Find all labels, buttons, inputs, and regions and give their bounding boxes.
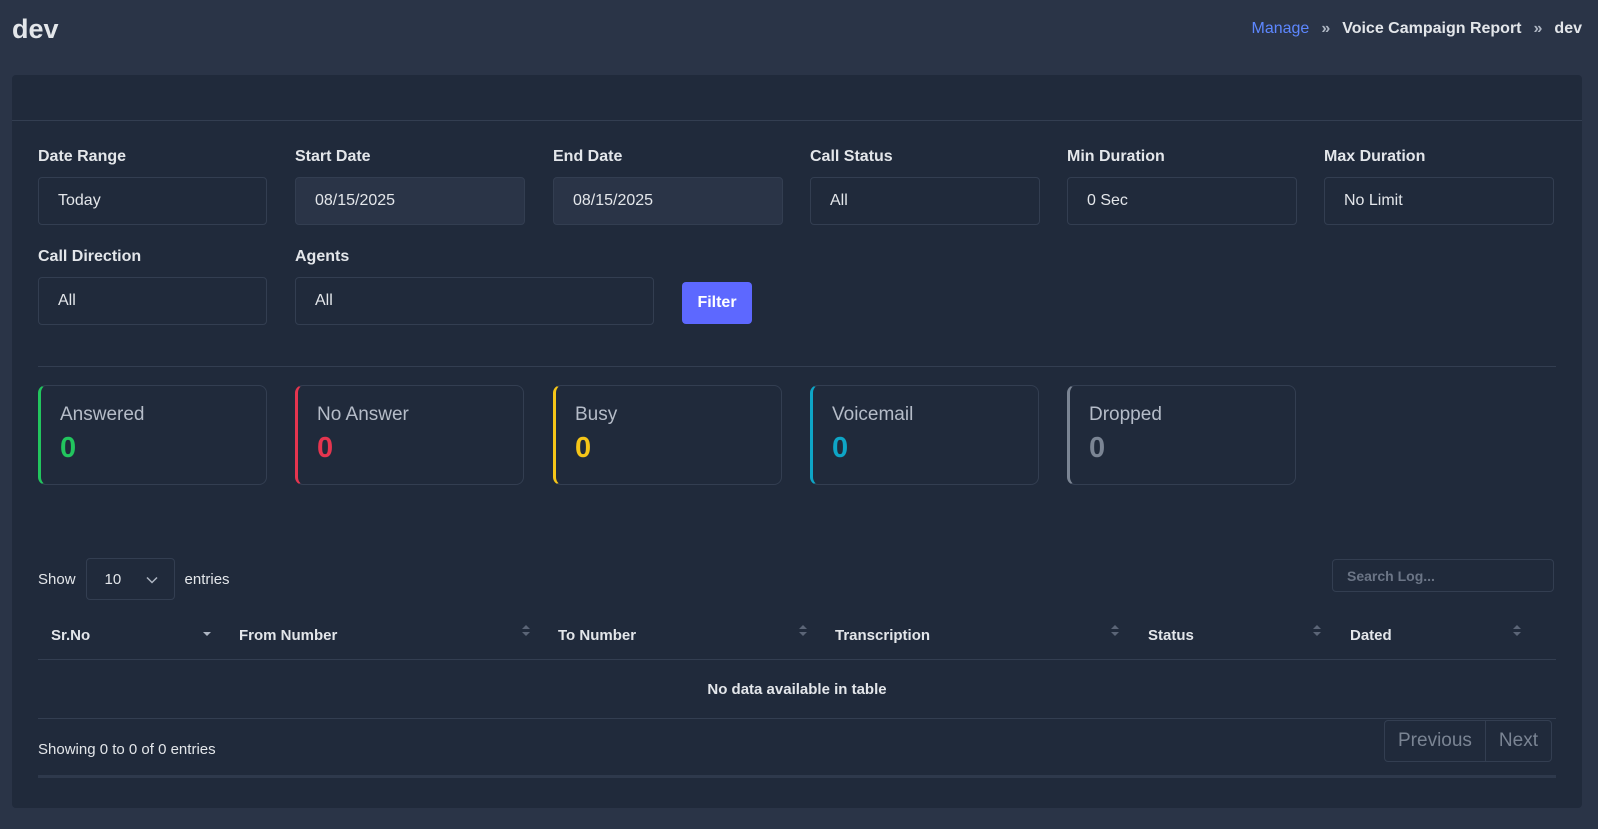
search-placeholder: Search Log... xyxy=(1347,567,1435,584)
page-title: dev xyxy=(12,14,59,44)
start-date-value: 08/15/2025 xyxy=(315,192,396,209)
column-header-label: Dated xyxy=(1350,626,1392,644)
column-header-from-number[interactable]: From Number xyxy=(239,610,539,660)
min-duration-select[interactable]: 0 Sec xyxy=(1067,177,1297,225)
stat-label: Voicemail xyxy=(832,404,914,425)
breadcrumb: Manage » Voice Campaign Report » dev xyxy=(1251,20,1582,38)
end-date-value: 08/15/2025 xyxy=(573,192,654,209)
sort-icon xyxy=(1513,624,1521,638)
entries-label: entries xyxy=(184,570,230,588)
agents-select[interactable]: All xyxy=(295,277,654,325)
stat-label: No Answer xyxy=(317,404,409,425)
sort-icon xyxy=(522,624,530,638)
table-header-row: Sr.No From Number To Number Transcriptio… xyxy=(38,610,1556,660)
date-range-label: Date Range xyxy=(38,148,127,165)
stat-label: Dropped xyxy=(1089,404,1162,425)
double-chevron-right-icon: » xyxy=(1533,20,1543,37)
min-duration-value: 0 Sec xyxy=(1087,192,1128,209)
entries-value: 10 xyxy=(104,570,122,588)
call-status-select[interactable]: All xyxy=(810,177,1040,225)
sort-icon xyxy=(1313,624,1321,638)
min-duration-label: Min Duration xyxy=(1067,148,1165,165)
breadcrumb-manage-link[interactable]: Manage xyxy=(1251,20,1309,38)
scrollbar-track xyxy=(38,775,1556,778)
double-chevron-right-icon: » xyxy=(1321,20,1331,37)
filter-button[interactable]: Filter xyxy=(682,282,752,324)
sort-icon xyxy=(1111,624,1119,638)
table-info: Showing 0 to 0 of 0 entries xyxy=(38,741,216,758)
agents-label: Agents xyxy=(295,248,350,265)
column-header-label: Status xyxy=(1148,626,1194,644)
column-header-sr-no[interactable]: Sr.No xyxy=(51,610,226,660)
stat-card-answered: Answered 0 xyxy=(38,385,267,485)
column-header-label: Transcription xyxy=(835,626,931,644)
column-header-label: Sr.No xyxy=(51,626,91,644)
end-date-label: End Date xyxy=(553,148,623,165)
stat-card-busy: Busy 0 xyxy=(553,385,782,485)
date-range-value: Today xyxy=(58,192,101,209)
max-duration-value: No Limit xyxy=(1344,192,1403,209)
search-input[interactable]: Search Log... xyxy=(1332,559,1554,592)
entries-select[interactable]: 10 xyxy=(85,558,175,600)
previous-button[interactable]: Previous xyxy=(1385,721,1485,761)
stat-card-voicemail: Voicemail 0 xyxy=(810,385,1039,485)
call-direction-select[interactable]: All xyxy=(38,277,267,325)
column-header-dated[interactable]: Dated xyxy=(1350,610,1530,660)
show-label: Show xyxy=(38,570,76,588)
empty-message: No data available in table xyxy=(707,681,887,698)
stat-card-no-answer: No Answer 0 xyxy=(295,385,524,485)
stat-value: 0 xyxy=(575,432,592,464)
start-date-label: Start Date xyxy=(295,148,371,165)
stat-value: 0 xyxy=(832,432,849,464)
divider xyxy=(38,366,1556,367)
call-direction-value: All xyxy=(58,292,76,309)
next-button[interactable]: Next xyxy=(1484,721,1551,761)
breadcrumb-current: dev xyxy=(1554,20,1582,37)
end-date-input[interactable]: 08/15/2025 xyxy=(553,177,783,225)
call-status-value: All xyxy=(830,192,848,209)
chevron-down-icon xyxy=(146,571,158,588)
column-header-transcription[interactable]: Transcription xyxy=(835,610,1135,660)
sort-icon xyxy=(799,624,807,638)
card-header xyxy=(12,75,1582,121)
max-duration-label: Max Duration xyxy=(1324,148,1426,165)
table-empty-row: No data available in table xyxy=(38,661,1556,719)
sort-desc-icon xyxy=(203,624,211,638)
column-header-label: From Number xyxy=(239,626,338,644)
stat-value: 0 xyxy=(60,432,77,464)
column-header-to-number[interactable]: To Number xyxy=(558,610,818,660)
stat-card-dropped: Dropped 0 xyxy=(1067,385,1296,485)
stat-label: Busy xyxy=(575,404,618,425)
call-status-label: Call Status xyxy=(810,148,893,165)
column-header-label: To Number xyxy=(558,626,637,644)
agents-value: All xyxy=(315,292,333,309)
breadcrumb-report: Voice Campaign Report xyxy=(1342,20,1522,37)
stat-label: Answered xyxy=(60,404,145,425)
call-direction-label: Call Direction xyxy=(38,248,142,265)
stat-value: 0 xyxy=(1089,432,1106,464)
start-date-input[interactable]: 08/15/2025 xyxy=(295,177,525,225)
report-card: Date Range Today Start Date 08/15/2025 E… xyxy=(12,75,1582,808)
column-header-status[interactable]: Status xyxy=(1148,610,1328,660)
max-duration-select[interactable]: No Limit xyxy=(1324,177,1554,225)
entries-control: Show 10 entries xyxy=(38,558,230,600)
pagination: Previous Next xyxy=(1384,720,1552,762)
stat-value: 0 xyxy=(317,432,334,464)
date-range-select[interactable]: Today xyxy=(38,177,267,225)
